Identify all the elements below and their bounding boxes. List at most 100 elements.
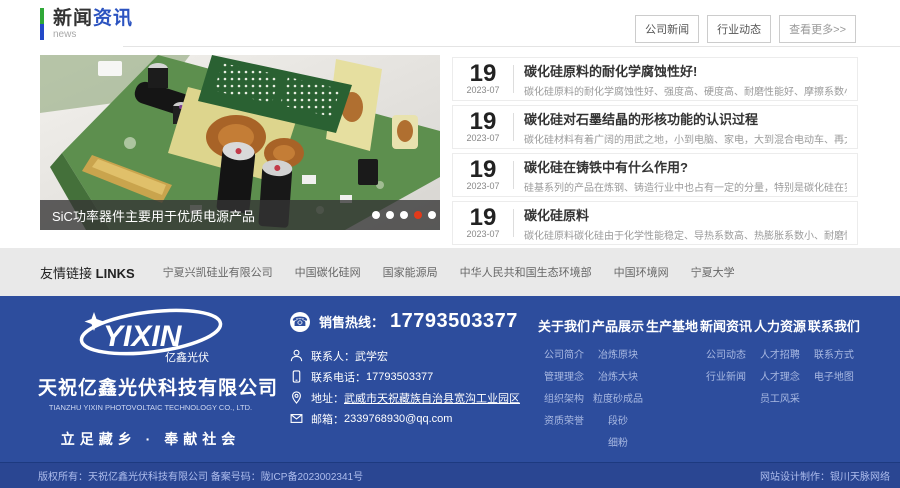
footer-nav-link[interactable]: 电子地图 xyxy=(808,368,860,383)
news-title[interactable]: 碳化硅原料 xyxy=(524,205,847,224)
footer-col-hr: 人力资源 人才招聘 人才理念 员工风采 xyxy=(754,316,806,456)
news-summary: 碳化硅原料的耐化学腐蚀性好、强度高、硬度高、耐磨性能好、摩擦系数小、且耐高温，因… xyxy=(524,83,847,98)
carousel-dot-5[interactable] xyxy=(428,211,436,219)
carousel-dots xyxy=(372,211,436,219)
news-filter-buttons: 公司新闻 行业动态 查看更多>> xyxy=(635,15,856,43)
footer-nav-link[interactable]: 员工风采 xyxy=(754,390,806,405)
news-title[interactable]: 碳化硅在铸铁中有什么作用? xyxy=(524,157,847,176)
contact-person-row: 联系人： 武学宏 xyxy=(290,345,520,366)
svg-text:YIXIN: YIXIN xyxy=(103,320,183,353)
carousel-dot-2[interactable] xyxy=(386,211,394,219)
header-divider xyxy=(123,46,900,47)
friend-link[interactable]: 中华人民共和国生态环境部 xyxy=(460,264,592,280)
location-icon xyxy=(290,391,303,404)
news-day: 19 xyxy=(453,111,513,133)
news-item[interactable]: 19 2023-07 碳化硅在铸铁中有什么作用? 硅基系列的产品在炼钢、铸造行业… xyxy=(452,153,858,197)
contact-email-row: 邮箱： 2339768930@qq.com xyxy=(290,408,520,429)
footer-nav-title[interactable]: 关于我们 xyxy=(538,316,590,335)
hotline-label: 销售热线： xyxy=(319,312,384,331)
title-accent-bar xyxy=(40,8,44,40)
footer-nav-link[interactable]: 公司简介 xyxy=(538,346,590,361)
hotline-row: ☎ 销售热线： 17793503377 xyxy=(290,310,520,333)
contact-phone-value: 17793503377 xyxy=(366,371,433,383)
mail-icon xyxy=(290,412,303,425)
friend-link[interactable]: 中国碳化硅网 xyxy=(295,264,361,280)
carousel-dot-3[interactable] xyxy=(400,211,408,219)
carousel-dot-4-active[interactable] xyxy=(414,211,422,219)
footer-nav-link[interactable]: 冶炼原块 xyxy=(592,346,644,361)
news-item[interactable]: 19 2023-07 碳化硅原料 碳化硅原料碳化硅由于化学性能稳定、导热系数高、… xyxy=(452,201,858,245)
news-month: 2023-07 xyxy=(453,181,513,191)
industry-news-button[interactable]: 行业动态 xyxy=(707,15,771,43)
contact-email-value[interactable]: 2339768930@qq.com xyxy=(344,413,452,425)
footer-nav: 关于我们 公司简介 管理理念 组织架构 资质荣誉 产品展示 冶炼原块 冶炼大块 … xyxy=(538,316,860,456)
news-item[interactable]: 19 2023-07 碳化硅对石墨结晶的形核功能的认识过程 碳化硅材料有着广阔的… xyxy=(452,105,858,149)
footer-nav-title[interactable]: 生产基地 xyxy=(646,316,698,335)
copyright-bar: 版权所有：天祝亿鑫光伏科技有限公司 备案号码：陇ICP备2023002341号 … xyxy=(0,462,900,488)
footer-col-news: 新闻资讯 公司动态 行业新闻 xyxy=(700,316,752,456)
news-carousel-slide[interactable]: SiC功率器件主要用于优质电源产品 xyxy=(40,55,440,230)
footer-nav-link[interactable]: 资质荣誉 xyxy=(538,412,590,427)
news-title[interactable]: 碳化硅原料的耐化学腐蚀性好! xyxy=(524,61,847,80)
news-page: 新闻资讯 news 公司新闻 行业动态 查看更多>> xyxy=(0,0,900,488)
company-news-button[interactable]: 公司新闻 xyxy=(635,15,699,43)
company-name-en: TIANZHU YIXIN PHOTOVOLTAIC TECHNOLOGY CO… xyxy=(38,403,263,412)
phone-icon: ☎ xyxy=(290,312,310,332)
footer-nav-link[interactable]: 冶炼大块 xyxy=(592,368,644,383)
person-icon xyxy=(290,349,303,362)
footer-nav-title[interactable]: 新闻资讯 xyxy=(700,316,752,335)
page-subtitle: news xyxy=(53,29,133,40)
footer-nav-title[interactable]: 产品展示 xyxy=(592,316,644,335)
footer-nav-link[interactable]: 细粉 xyxy=(592,434,644,449)
news-day: 19 xyxy=(453,63,513,85)
friend-link[interactable]: 国家能源局 xyxy=(383,264,438,280)
site-designer-credit[interactable]: 网站设计制作：银川天脉网络 xyxy=(760,468,890,483)
friend-link[interactable]: 宁夏大学 xyxy=(691,264,735,280)
svg-text:亿鑫光伏: 亿鑫光伏 xyxy=(165,350,209,364)
footer-nav-link[interactable]: 人才招聘 xyxy=(754,346,806,361)
footer-contact-block: ☎ 销售热线： 17793503377 联系人： 武学宏 xyxy=(290,310,520,429)
footer-nav-title[interactable]: 联系我们 xyxy=(808,316,860,335)
footer-nav-link[interactable]: 人才理念 xyxy=(754,368,806,383)
footer-nav-link[interactable]: 组织架构 xyxy=(538,390,590,405)
footer-nav-title[interactable]: 人力资源 xyxy=(754,316,806,335)
footer-logo-block: YIXIN 亿鑫光伏 天祝亿鑫光伏科技有限公司 TIANZHU YIXIN PH… xyxy=(38,306,263,449)
news-title[interactable]: 碳化硅对石墨结晶的形核功能的认识过程 xyxy=(524,109,847,128)
company-slogan: 立足藏乡 · 奉献社会 xyxy=(38,429,263,449)
yixin-logo: YIXIN 亿鑫光伏 xyxy=(61,306,241,364)
friend-links-label: 友情链接 LINKS xyxy=(40,263,135,282)
footer-nav-link[interactable]: 行业新闻 xyxy=(700,368,752,383)
news-summary: 硅基系列的产品在炼钢、铸造行业中也占有一定的分量，特别是碳化硅在实际生产中得到广… xyxy=(524,179,847,194)
carousel-dot-1[interactable] xyxy=(372,211,380,219)
friend-links-bar: 友情链接 LINKS 宁夏兴凯硅业有限公司 中国碳化硅网 国家能源局 中华人民共… xyxy=(0,248,900,296)
footer-nav-link[interactable]: 管理理念 xyxy=(538,368,590,383)
friend-link[interactable]: 中国环境网 xyxy=(614,264,669,280)
contact-address-value[interactable]: 武威市天祝藏族自治县宽沟工业园区 xyxy=(344,390,520,406)
star-icon xyxy=(84,312,103,331)
friend-link[interactable]: 宁夏兴凯硅业有限公司 xyxy=(163,264,273,280)
footer-col-contact: 联系我们 联系方式 电子地图 xyxy=(808,316,860,456)
contact-address-row: 地址： 武威市天祝藏族自治县宽沟工业园区 xyxy=(290,387,520,408)
carousel-caption[interactable]: SiC功率器件主要用于优质电源产品 xyxy=(52,206,255,225)
copyright-text: 版权所有：天祝亿鑫光伏科技有限公司 备案号码：陇ICP备2023002341号 xyxy=(38,468,363,483)
mobile-icon xyxy=(290,370,303,383)
carousel-caption-bar: SiC功率器件主要用于优质电源产品 xyxy=(40,200,440,230)
footer-nav-link[interactable]: 联系方式 xyxy=(808,346,860,361)
page-footer: YIXIN 亿鑫光伏 天祝亿鑫光伏科技有限公司 TIANZHU YIXIN PH… xyxy=(0,296,900,462)
news-month: 2023-07 xyxy=(453,133,513,143)
view-more-button[interactable]: 查看更多>> xyxy=(779,15,856,43)
section-header: 新闻资讯 news xyxy=(40,8,133,40)
footer-nav-link[interactable]: 粒度砂成品 xyxy=(592,390,644,405)
contact-person-value: 武学宏 xyxy=(355,348,388,364)
news-summary: 碳化硅材料有着广阔的用武之地，小到电脑、家电，大到混合电动车、再大到国家电网、铁… xyxy=(524,131,847,146)
contact-phone-row: 联系电话： 17793503377 xyxy=(290,366,520,387)
news-day: 19 xyxy=(453,159,513,181)
footer-col-base: 生产基地 xyxy=(646,316,698,456)
footer-nav-link[interactable]: 公司动态 xyxy=(700,346,752,361)
news-day: 19 xyxy=(453,207,513,229)
footer-nav-link[interactable]: 段砂 xyxy=(592,412,644,427)
footer-col-products: 产品展示 冶炼原块 冶炼大块 粒度砂成品 段砂 细粉 xyxy=(592,316,644,456)
news-item[interactable]: 19 2023-07 碳化硅原料的耐化学腐蚀性好! 碳化硅原料的耐化学腐蚀性好、… xyxy=(452,57,858,101)
news-month: 2023-07 xyxy=(453,85,513,95)
contact-phone-label: 联系电话： xyxy=(311,369,366,385)
